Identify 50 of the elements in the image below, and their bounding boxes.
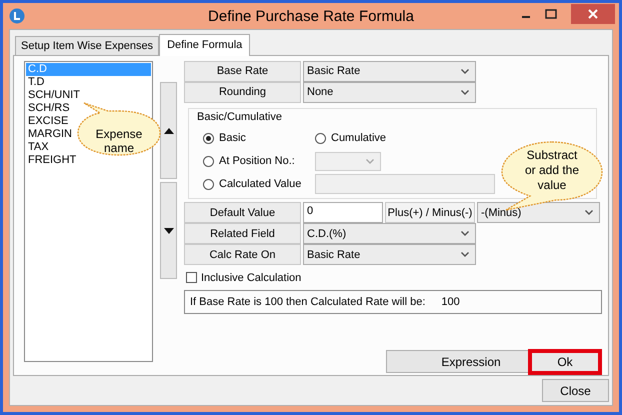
- expense-item[interactable]: TAX: [26, 141, 49, 154]
- sign-dropdown[interactable]: -(Minus): [477, 202, 600, 224]
- close-icon: [588, 9, 598, 19]
- chevron-down-icon: [461, 231, 469, 236]
- tab[interactable]: Setup Item Wise Expenses: [15, 36, 160, 55]
- expense-item[interactable]: MARGIN: [26, 128, 72, 141]
- field-label: Rounding: [184, 82, 301, 103]
- move-up-button[interactable]: [160, 82, 177, 179]
- radio-button[interactable]: Basic: [197, 132, 315, 144]
- app-logo-icon: [9, 8, 25, 24]
- base-rate-dropdown[interactable]: Basic Rate: [303, 61, 476, 82]
- inclusive-checkbox[interactable]: Inclusive Calculation: [186, 269, 302, 286]
- chevron-down-icon: [366, 158, 374, 164]
- radio-button[interactable]: Calculated Value: [197, 178, 315, 190]
- radio-button[interactable]: At Position No.:: [197, 155, 315, 168]
- rounding-dropdown[interactable]: None: [303, 82, 476, 103]
- chevron-down-icon: [585, 210, 593, 216]
- up-triangle-icon: [164, 128, 174, 134]
- result-text: If Base Rate is 100 then Calculated Rate will be:: [190, 296, 426, 308]
- default-value-field[interactable]: 0: [303, 202, 383, 224]
- field-label: Calc Rate On: [184, 244, 301, 266]
- expense-item[interactable]: FREIGHT: [26, 154, 76, 167]
- radio-button[interactable]: Cumulative: [315, 132, 386, 144]
- chevron-down-icon: [461, 68, 469, 74]
- chevron-down-icon: [461, 90, 469, 95]
- down-triangle-icon: [164, 228, 174, 234]
- field-label: Base Rate: [184, 61, 301, 82]
- calculated-value-field[interactable]: [315, 174, 495, 194]
- field-label: Default Value: [184, 202, 301, 224]
- expense-item[interactable]: SCH/UNIT: [26, 89, 80, 102]
- callout-text: Substract or add the value: [524, 148, 580, 192]
- move-down-button[interactable]: [160, 182, 177, 279]
- expense-item[interactable]: SCH/RS: [26, 102, 70, 115]
- position-dropdown[interactable]: [315, 152, 381, 171]
- result-value: 100: [441, 296, 460, 308]
- tab[interactable]: Define Formula: [159, 34, 250, 56]
- ok-button[interactable]: Ok: [528, 348, 602, 375]
- window-title: Define Purchase Rate Formula: [208, 8, 414, 24]
- related-field-dropdown[interactable]: C.D.(%): [303, 223, 476, 244]
- close-button[interactable]: [571, 4, 615, 24]
- calc-rate-dropdown[interactable]: Basic Rate: [303, 244, 476, 266]
- field-label: Related Field: [184, 223, 301, 244]
- expense-item[interactable]: T.D: [26, 76, 44, 89]
- maximize-icon[interactable]: [545, 9, 557, 19]
- close-dialog-button[interactable]: Close: [542, 379, 609, 402]
- chevron-down-icon: [461, 252, 469, 258]
- group-title: Basic/Cumulative: [197, 110, 282, 123]
- callout-text: Expense name: [94, 127, 144, 155]
- field-label: Plus(+) / Minus(-): [385, 202, 475, 224]
- expense-item[interactable]: EXCISE: [26, 115, 68, 128]
